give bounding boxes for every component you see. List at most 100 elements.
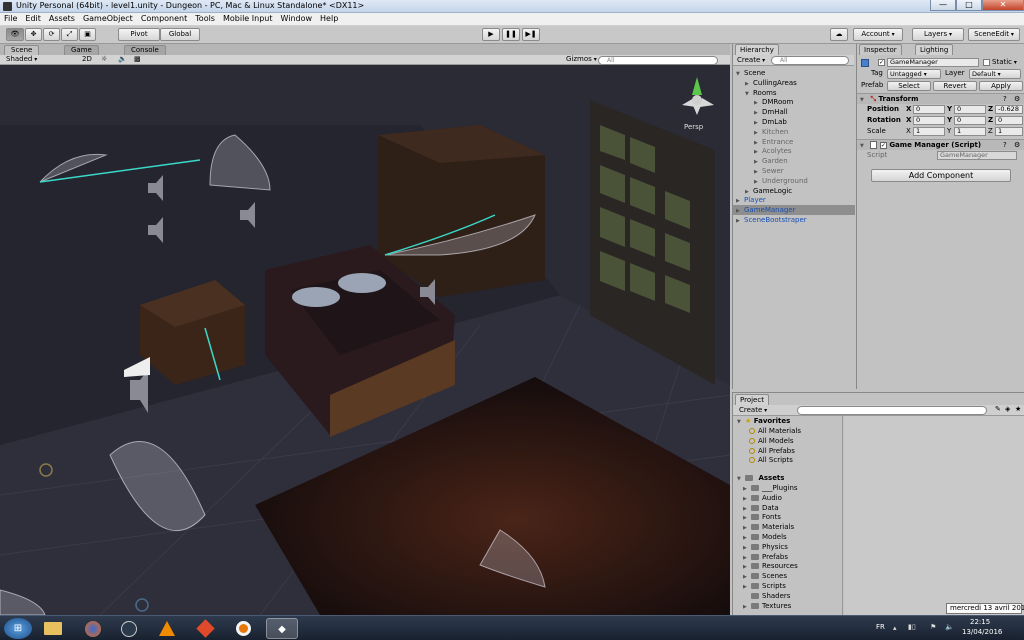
position-z-field[interactable]: -0.628	[995, 105, 1023, 114]
file-explorer-icon[interactable]	[38, 618, 68, 639]
scale-tool-icon[interactable]: ⤢	[61, 28, 78, 41]
account-dropdown[interactable]: Account	[853, 28, 903, 41]
rect-tool-icon[interactable]: ▣	[79, 28, 96, 41]
hierarchy-item[interactable]: ▼ Scene	[733, 68, 855, 78]
collapsed-arrow-icon[interactable]: ▶	[743, 602, 751, 612]
asset-folder-item[interactable]: ▶ Data	[743, 503, 779, 513]
prefab-select-button[interactable]: Select	[887, 81, 931, 91]
asset-folder-item[interactable]: ▶ Textures	[743, 601, 791, 611]
steam-icon[interactable]	[114, 618, 144, 639]
play-button[interactable]: ▶	[482, 28, 500, 41]
asset-folder-item[interactable]: ▶ Audio	[743, 493, 782, 503]
favorite-item[interactable]: All Scripts	[749, 455, 793, 465]
asset-folder-item[interactable]: ▶ Resources	[743, 561, 798, 571]
asset-folder-item[interactable]: ▶ Scripts	[743, 581, 786, 591]
global-toggle-button[interactable]: Global	[160, 28, 200, 41]
asset-folder-item[interactable]: ▶ Materials	[743, 522, 794, 532]
unity-taskbar-icon[interactable]: ◆	[266, 618, 298, 639]
rotation-y-field[interactable]: 0	[954, 116, 986, 125]
assets-header[interactable]: ▼ Assets	[737, 473, 784, 483]
hierarchy-item[interactable]: ▼ Rooms	[733, 88, 855, 98]
script-help-icon[interactable]: ?	[1003, 140, 1007, 150]
object-name-field[interactable]: GameManager	[887, 58, 979, 67]
hierarchy-item[interactable]: ▶ DmHall	[733, 107, 855, 117]
favorite-star-icon[interactable]: ★	[1015, 405, 1021, 413]
layers-dropdown[interactable]: Layers	[912, 28, 964, 41]
asset-folder-item[interactable]: ▶ Scenes	[743, 571, 787, 581]
menu-tools[interactable]: Tools	[191, 13, 219, 25]
menu-component[interactable]: Component	[137, 13, 191, 25]
menu-mobile-input[interactable]: Mobile Input	[219, 13, 277, 25]
tab-scene[interactable]: Scene	[4, 45, 40, 55]
tab-lighting[interactable]: Lighting	[915, 44, 954, 55]
effects-toggle-icon[interactable]: ▩	[134, 55, 141, 64]
gizmos-dropdown[interactable]: Gizmos	[566, 55, 597, 64]
audio-toggle-icon[interactable]: 🔈	[118, 55, 127, 64]
scale-y-field[interactable]: 1	[954, 127, 986, 136]
filter-by-type-icon[interactable]: ◈	[1005, 405, 1010, 413]
favorite-item[interactable]: All Materials	[749, 426, 801, 436]
hierarchy-item[interactable]: ▶ Acolytes	[733, 146, 855, 156]
project-create-dropdown[interactable]: Create	[739, 406, 767, 414]
scene-search-input[interactable]: All	[598, 56, 718, 65]
move-tool-icon[interactable]: ✥	[25, 28, 42, 41]
minimize-button[interactable]: —	[930, 0, 956, 11]
asset-folder-item[interactable]: ▶ Models	[743, 532, 787, 542]
project-search-input[interactable]	[797, 406, 987, 415]
favorite-item[interactable]: All Prefabs	[749, 446, 795, 456]
hierarchy-item[interactable]: ▶ Garden	[733, 156, 855, 166]
tray-expand-icon[interactable]: ▴	[893, 624, 897, 632]
hierarchy-item[interactable]: ▶ Kitchen	[733, 127, 855, 137]
step-button[interactable]: ▶❚	[522, 28, 540, 41]
active-checkbox[interactable]: ✓	[878, 59, 885, 66]
maximize-button[interactable]: □	[956, 0, 982, 11]
asset-folder-item[interactable]: ▶ ___Plugins	[743, 483, 798, 493]
tab-inspector[interactable]: Inspector	[859, 44, 902, 55]
hierarchy-item[interactable]: ▶ GameLogic	[733, 186, 855, 196]
script-enabled-checkbox[interactable]: ✓	[879, 141, 887, 149]
collapsed-arrow-icon[interactable]: ▶	[736, 216, 744, 226]
script-object-field[interactable]: GameManager	[937, 151, 1017, 160]
static-checkbox[interactable]	[983, 59, 990, 66]
lighting-toggle-icon[interactable]: ☼	[101, 55, 107, 64]
hierarchy-create-dropdown[interactable]: Create	[737, 56, 765, 64]
position-x-field[interactable]: 0	[913, 105, 945, 114]
menu-help[interactable]: Help	[316, 13, 342, 25]
layer-dropdown[interactable]: Default	[969, 69, 1021, 79]
hierarchy-item[interactable]: ▶ CullingAreas	[733, 78, 855, 88]
tab-console[interactable]: Console	[124, 45, 166, 55]
start-button-icon[interactable]: ⊞	[4, 618, 32, 639]
transform-settings-gear-icon[interactable]: ⚙	[1014, 94, 1020, 104]
hierarchy-item[interactable]: ▶ Entrance	[733, 137, 855, 147]
firefox-icon[interactable]	[78, 618, 108, 639]
menu-window[interactable]: Window	[276, 13, 316, 25]
shading-dropdown[interactable]: Shaded	[6, 55, 37, 64]
prefab-apply-button[interactable]: Apply	[979, 81, 1023, 91]
filter-by-label-icon[interactable]: ✎	[995, 405, 1001, 413]
rotation-z-field[interactable]: 0	[995, 116, 1023, 125]
tab-game[interactable]: Game	[64, 45, 99, 55]
script-component-header[interactable]: ▼ ✓ Game Manager (Script) ? ⚙	[857, 139, 1024, 150]
hierarchy-item[interactable]: ▶ DmLab	[733, 117, 855, 127]
asset-folder-item[interactable]: ▶ Fonts	[743, 512, 781, 522]
menu-edit[interactable]: Edit	[21, 13, 45, 25]
menu-gameobject[interactable]: GameObject	[79, 13, 137, 25]
favorite-item[interactable]: All Models	[749, 436, 794, 446]
layout-dropdown[interactable]: SceneEdit	[968, 28, 1020, 41]
blender-icon[interactable]	[228, 618, 258, 639]
position-y-field[interactable]: 0	[954, 105, 986, 114]
hand-tool-icon[interactable]: 👁	[6, 28, 24, 41]
transform-header[interactable]: ▼ ⤡ Transform ? ⚙	[857, 93, 1024, 104]
vlc-icon[interactable]	[152, 618, 182, 639]
tab-project[interactable]: Project	[735, 394, 769, 405]
scene-viewport[interactable]: Persp	[0, 65, 730, 615]
language-indicator[interactable]: FR	[876, 623, 885, 631]
scale-z-field[interactable]: 1	[995, 127, 1023, 136]
menu-assets[interactable]: Assets	[45, 13, 79, 25]
flag-icon[interactable]: ⚑	[930, 623, 936, 631]
hierarchy-item[interactable]: ▶ GameManager	[733, 205, 855, 216]
hierarchy-item[interactable]: ▶ Sewer	[733, 166, 855, 176]
asset-folder-item[interactable]: Shaders	[743, 591, 790, 601]
tab-hierarchy[interactable]: Hierarchy	[735, 44, 779, 55]
2d-toggle[interactable]: 2D	[82, 55, 92, 64]
